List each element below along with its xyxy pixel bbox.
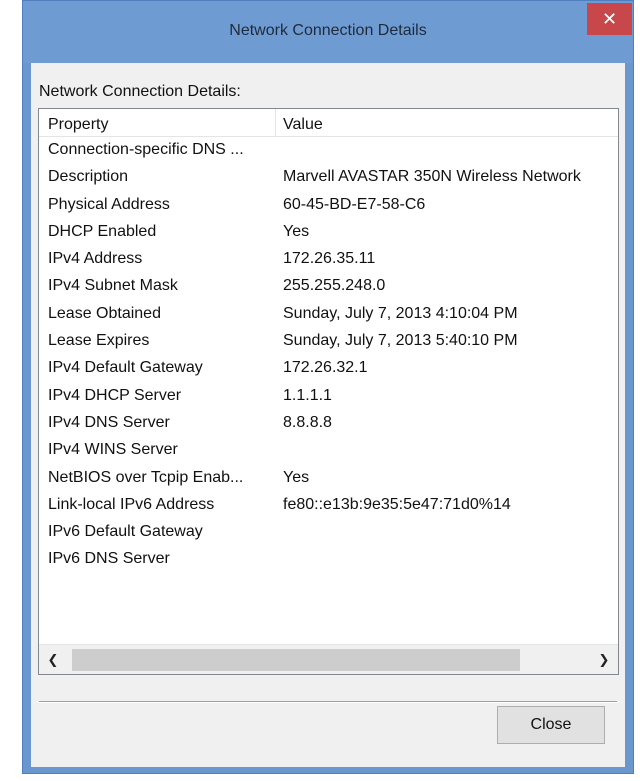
table-row[interactable]: Link-local IPv6 Address fe80::e13b:9e35:5… <box>39 493 618 520</box>
separator-line <box>39 701 617 703</box>
value-cell: Yes <box>283 222 310 240</box>
table-row[interactable]: DHCP Enabled Yes <box>39 220 618 247</box>
column-header-value[interactable]: Value <box>283 116 323 134</box>
table-row[interactable]: IPv6 Default Gateway <box>39 520 618 547</box>
title-bar[interactable]: Network Connection Details ✕ <box>23 1 633 63</box>
value-cell: Sunday, July 7, 2013 4:10:04 PM <box>283 304 518 322</box>
value-cell: 1.1.1.1 <box>283 386 332 404</box>
table-row[interactable]: IPv4 Default Gateway 172.26.32.1 <box>39 356 618 383</box>
details-list-view[interactable]: Property Value Connection-specific DNS .… <box>38 108 619 675</box>
property-cell: DHCP Enabled <box>48 222 157 240</box>
property-cell: IPv4 Default Gateway <box>48 359 203 377</box>
chevron-right-icon: ❯ <box>598 652 610 667</box>
property-cell: NetBIOS over Tcpip Enab... <box>48 468 244 486</box>
details-label: Network Connection Details: <box>39 83 241 100</box>
property-cell: IPv6 Default Gateway <box>48 523 203 541</box>
property-cell: Link-local IPv6 Address <box>48 495 215 513</box>
property-cell: Physical Address <box>48 195 170 213</box>
property-cell: Lease Expires <box>48 332 150 350</box>
property-cell: IPv4 DHCP Server <box>48 386 182 404</box>
table-row[interactable]: IPv4 WINS Server <box>39 438 618 465</box>
value-cell: Yes <box>283 468 310 486</box>
column-divider[interactable] <box>275 109 276 136</box>
table-row[interactable]: Lease Obtained Sunday, July 7, 2013 4:10:… <box>39 302 618 329</box>
table-row[interactable]: IPv6 DNS Server <box>39 547 618 574</box>
value-cell: Marvell AVASTAR 350N Wireless Network <box>283 168 581 186</box>
list-header: Property Value <box>39 109 618 137</box>
value-cell: 172.26.35.11 <box>283 250 376 268</box>
property-cell: Connection-specific DNS ... <box>48 141 244 158</box>
close-button[interactable]: Close <box>497 706 605 744</box>
table-row[interactable]: Lease Expires Sunday, July 7, 2013 5:40:1… <box>39 329 618 356</box>
horizontal-scrollbar[interactable]: ❮ ❯ <box>39 644 618 674</box>
property-cell: Description <box>48 168 129 186</box>
table-row[interactable]: IPv4 DHCP Server 1.1.1.1 <box>39 384 618 411</box>
scroll-right-button[interactable]: ❯ <box>590 645 618 674</box>
chevron-left-icon: ❮ <box>47 652 59 667</box>
table-row[interactable]: Connection-specific DNS ... <box>39 138 618 165</box>
value-cell: 172.26.32.1 <box>283 359 368 377</box>
property-cell: IPv4 DNS Server <box>48 413 170 431</box>
property-cell: IPv4 WINS Server <box>48 441 178 459</box>
table-row[interactable]: NetBIOS over Tcpip Enab... Yes <box>39 466 618 493</box>
close-icon: ✕ <box>601 8 618 29</box>
scrollbar-thumb[interactable] <box>72 649 520 671</box>
property-cell: IPv4 Address <box>48 250 143 268</box>
value-cell: fe80::e13b:9e35:5e47:71d0%14 <box>283 495 511 513</box>
value-cell: 8.8.8.8 <box>283 413 332 431</box>
table-row[interactable]: Description Marvell AVASTAR 350N Wireless… <box>39 165 618 192</box>
scroll-left-button[interactable]: ❮ <box>39 645 67 674</box>
value-cell: 60-45-BD-E7-58-C6 <box>283 195 426 213</box>
property-cell: IPv6 DNS Server <box>48 550 170 568</box>
property-cell: Lease Obtained <box>48 304 161 322</box>
table-row[interactable]: Physical Address 60-45-BD-E7-58-C6 <box>39 193 618 220</box>
table-row[interactable]: IPv4 Address 172.26.35.11 <box>39 247 618 274</box>
table-row[interactable]: IPv4 Subnet Mask 255.255.248.0 <box>39 274 618 301</box>
value-cell: 255.255.248.0 <box>283 277 386 295</box>
table-row[interactable]: IPv4 DNS Server 8.8.8.8 <box>39 411 618 438</box>
value-cell: Sunday, July 7, 2013 5:40:10 PM <box>283 332 518 350</box>
window-title: Network Connection Details <box>229 22 427 39</box>
window-close-button[interactable]: ✕ <box>587 3 632 35</box>
property-cell: IPv4 Subnet Mask <box>48 277 178 295</box>
column-header-property[interactable]: Property <box>48 116 108 134</box>
list-body: Connection-specific DNS ... Description Ma… <box>39 138 618 622</box>
dialog-client-area: Network Connection Details: Property Val… <box>31 63 625 767</box>
network-connection-details-window: Network Connection Details ✕ Network Con… <box>22 0 634 774</box>
